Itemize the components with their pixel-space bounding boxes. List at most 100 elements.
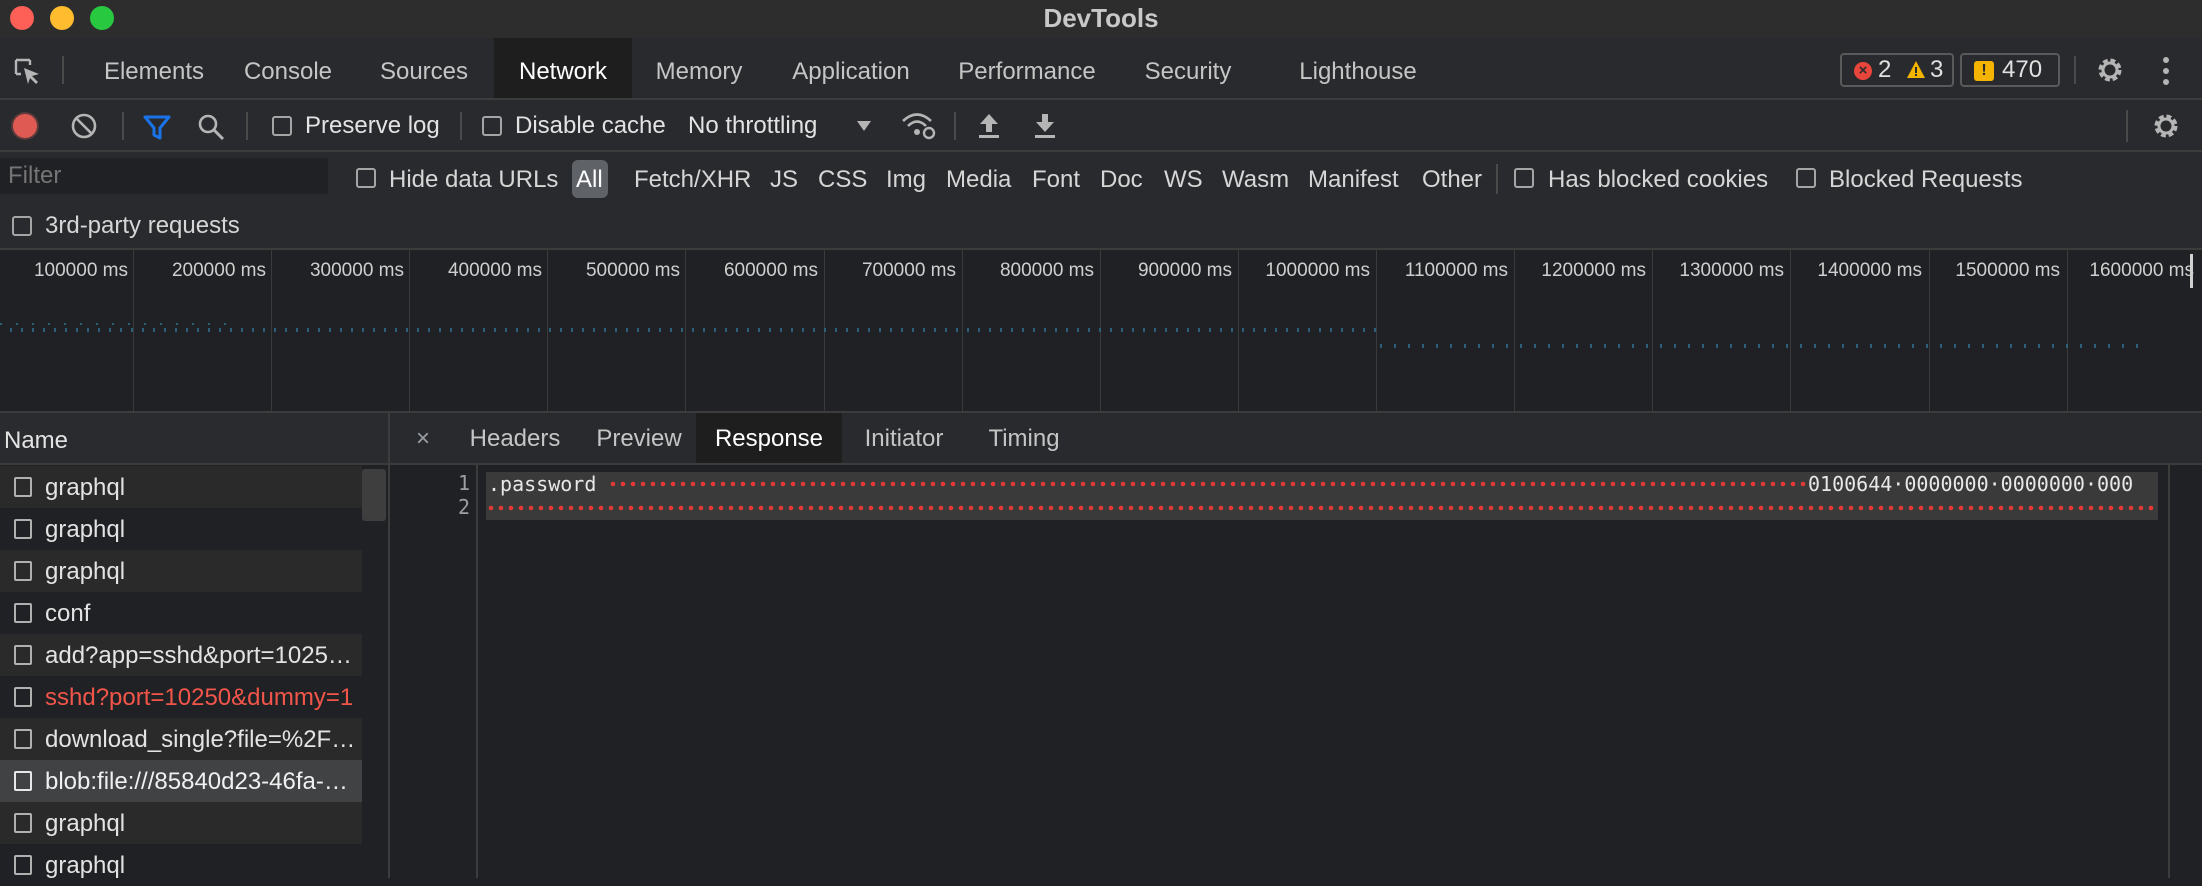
export-har-icon[interactable] — [1032, 112, 1058, 140]
filter-type-all[interactable]: All — [576, 166, 603, 194]
row-checkbox[interactable] — [14, 519, 32, 539]
tab-performance[interactable]: Performance — [938, 38, 1116, 98]
network-conditions-icon[interactable] — [900, 110, 936, 140]
filter-type-img[interactable]: Img — [886, 166, 926, 194]
preserve-log-checkbox[interactable] — [272, 116, 292, 136]
row-checkbox[interactable] — [14, 771, 32, 791]
request-row[interactable]: graphql — [0, 508, 362, 550]
filter-type-fetch-xhr[interactable]: Fetch/XHR — [634, 166, 751, 194]
timeline-tick-label: 200000 ms — [171, 260, 266, 281]
timeline-tick-label: 1200000 ms — [1541, 260, 1646, 281]
error-warning-counter[interactable]: × 2 3 — [1840, 53, 1954, 87]
response-line[interactable]: .password 0100644·0000000·0000000·000 — [486, 472, 2158, 496]
filter-input[interactable] — [0, 158, 328, 194]
detail-tab-preview[interactable]: Preview — [580, 413, 698, 463]
row-checkbox[interactable] — [14, 603, 32, 623]
import-har-icon[interactable] — [976, 112, 1002, 140]
filter-type-ws[interactable]: WS — [1164, 166, 1203, 194]
divider — [1496, 164, 1498, 194]
timeline-tick-label: 1100000 ms — [1404, 260, 1508, 281]
timeline-tick-label: 800000 ms — [999, 260, 1094, 281]
row-checkbox[interactable] — [14, 729, 32, 749]
filter-type-media[interactable]: Media — [946, 166, 1011, 194]
third-party-requests-checkbox[interactable] — [12, 216, 32, 236]
chevron-down-icon[interactable] — [856, 120, 872, 132]
clear-icon[interactable] — [70, 112, 98, 140]
filter-type-manifest[interactable]: Manifest — [1308, 166, 1399, 194]
search-icon[interactable] — [196, 112, 226, 142]
request-row[interactable]: graphql — [0, 802, 362, 844]
record-button[interactable] — [13, 114, 37, 138]
request-name: conf — [45, 600, 91, 627]
divider — [122, 112, 124, 140]
row-checkbox[interactable] — [14, 477, 32, 497]
close-detail-icon[interactable]: × — [408, 413, 438, 463]
timeline-overview[interactable]: 100000 ms 200000 ms 300000 ms 400000 ms … — [0, 250, 2202, 413]
response-line[interactable] — [486, 496, 2158, 520]
timeline-tick-label: 1600000 ms — [2089, 260, 2194, 281]
timeline-drag-handle[interactable] — [2190, 254, 2193, 288]
timeline-tick-label: 600000 ms — [723, 260, 818, 281]
request-list-scrollbar[interactable] — [362, 469, 386, 521]
request-row-selected[interactable]: blob:file:///85840d23-46fa-4a1b — [0, 760, 362, 802]
row-checkbox[interactable] — [14, 687, 32, 707]
detail-tab-headers[interactable]: Headers — [452, 413, 578, 463]
divider — [62, 56, 64, 84]
filter-type-doc[interactable]: Doc — [1100, 166, 1143, 194]
tab-console[interactable]: Console — [226, 38, 350, 98]
null-char-markers — [486, 496, 2158, 520]
tab-elements[interactable]: Elements — [84, 38, 224, 98]
request-row[interactable]: graphql — [0, 466, 362, 508]
has-blocked-cookies-label: Has blocked cookies — [1548, 166, 1769, 193]
filter-type-other[interactable]: Other — [1422, 166, 1482, 194]
row-checkbox[interactable] — [14, 813, 32, 833]
settings-gear-icon[interactable] — [2094, 54, 2126, 86]
request-row[interactable]: conf — [0, 592, 362, 634]
timeline-tick-label: 1400000 ms — [1817, 260, 1922, 281]
disable-cache-checkbox[interactable] — [482, 116, 502, 136]
timeline-tick-label: 400000 ms — [447, 260, 542, 281]
filter-type-font[interactable]: Font — [1032, 166, 1080, 194]
hide-data-urls-checkbox[interactable] — [356, 168, 376, 188]
row-checkbox[interactable] — [14, 645, 32, 665]
error-icon: × — [1854, 62, 1872, 80]
filter-type-css[interactable]: CSS — [818, 166, 867, 194]
tab-sources[interactable]: Sources — [352, 38, 496, 98]
row-checkbox[interactable] — [14, 855, 32, 875]
tab-application[interactable]: Application — [770, 38, 932, 98]
blocked-requests-label: Blocked Requests — [1829, 166, 2023, 193]
tab-lighthouse[interactable]: Lighthouse — [1280, 38, 1436, 98]
request-row[interactable]: add?app=sshd&port=10250&dummy=1 — [0, 634, 362, 676]
throttling-select[interactable]: No throttling — [688, 112, 878, 140]
tab-network[interactable]: Network — [494, 38, 632, 98]
blocked-requests-checkbox[interactable] — [1796, 168, 1816, 188]
inspect-element-icon[interactable] — [12, 56, 42, 86]
request-row[interactable]: graphql — [0, 844, 362, 886]
request-name: sshd?port=10250&dummy=1 — [45, 684, 354, 711]
request-row[interactable]: graphql — [0, 550, 362, 592]
tab-security[interactable]: Security — [1126, 38, 1250, 98]
has-blocked-cookies-checkbox[interactable] — [1514, 168, 1534, 188]
more-options-icon[interactable] — [2160, 56, 2172, 86]
tab-memory[interactable]: Memory — [632, 38, 766, 98]
detail-tab-response[interactable]: Response — [696, 413, 842, 463]
request-row[interactable]: download_single?file=%2Fhome — [0, 718, 362, 760]
name-column-header[interactable]: Name — [0, 413, 388, 465]
request-name: download_single?file=%2Fhome — [45, 726, 360, 753]
detail-tab-initiator[interactable]: Initiator — [842, 413, 966, 463]
detail-tab-timing[interactable]: Timing — [968, 413, 1080, 463]
row-checkbox[interactable] — [14, 561, 32, 581]
response-scrollbar[interactable] — [2168, 465, 2202, 878]
warning-count: 3 — [1930, 56, 1944, 83]
filter-funnel-icon[interactable] — [142, 112, 172, 142]
issues-counter[interactable]: ! 470 — [1960, 53, 2060, 87]
network-settings-gear-icon[interactable] — [2150, 110, 2182, 142]
filter-type-js[interactable]: JS — [770, 166, 798, 194]
request-row-error[interactable]: sshd?port=10250&dummy=1 — [0, 676, 362, 718]
timeline-request-bars — [0, 323, 2140, 348]
name-column-label: Name — [4, 427, 69, 454]
third-party-requests-label: 3rd-party requests — [45, 212, 240, 239]
filter-bar: Hide data URLs All Fetch/XHR JS CSS Img … — [0, 152, 2202, 250]
filter-type-wasm[interactable]: Wasm — [1222, 166, 1289, 194]
request-list: Name graphql graphql graphql conf add?ap… — [0, 413, 390, 879]
